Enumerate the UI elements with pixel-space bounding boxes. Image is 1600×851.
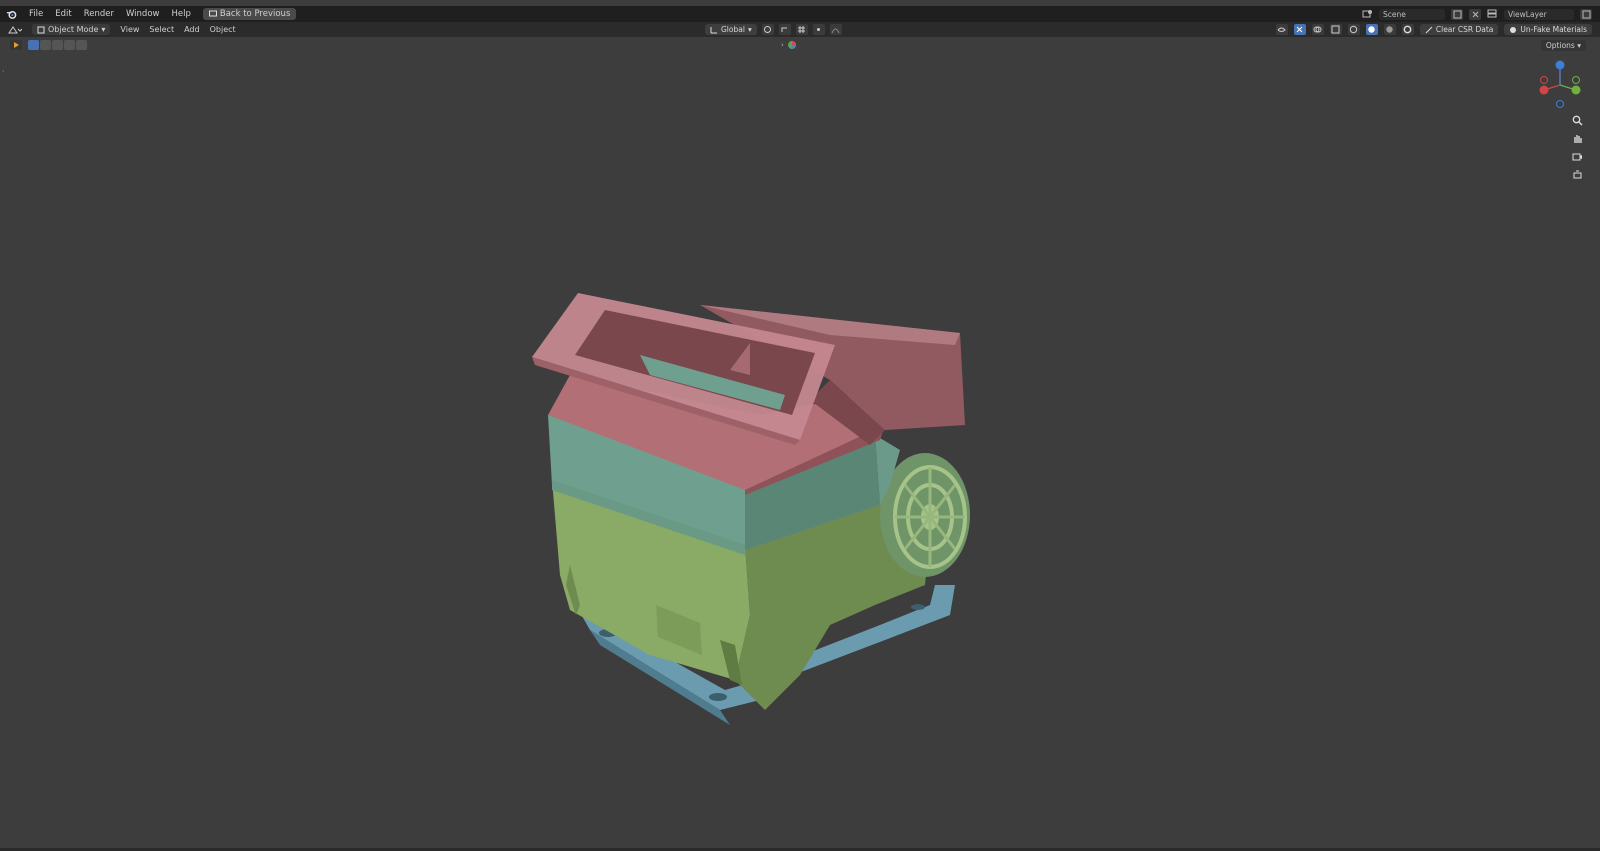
material-icon (1510, 26, 1517, 33)
menu-window[interactable]: Window (126, 9, 160, 19)
orientation-label: Global (721, 25, 745, 34)
select-subtract-icon[interactable] (52, 40, 63, 50)
scene-icon[interactable] (1362, 9, 1373, 19)
viewport-nav-tools (1571, 114, 1583, 180)
new-scene-icon[interactable] (1451, 8, 1463, 20)
header-collapse[interactable]: › (781, 40, 797, 50)
rendered-shading-icon[interactable] (1401, 24, 1414, 35)
unfake-label: Un-Fake Materials (1520, 25, 1587, 34)
editor-type-icon[interactable] (8, 25, 22, 35)
navigation-gizmo[interactable] (1535, 60, 1585, 110)
gizmo-neg-y[interactable] (1572, 76, 1580, 84)
menu-render[interactable]: Render (84, 9, 114, 19)
menu-add[interactable]: Add (184, 25, 200, 34)
mode-label: Object Mode (48, 25, 99, 34)
select-extend-icon[interactable] (40, 40, 51, 50)
top-menubar: File Edit Render Window Help Back to Pre… (0, 6, 1600, 22)
mode-dropdown[interactable]: Object Mode ▾ (32, 24, 111, 35)
select-new-icon[interactable] (28, 40, 39, 50)
gizmo-y-axis[interactable] (1571, 85, 1581, 95)
delete-scene-icon[interactable] (1469, 8, 1481, 20)
header-right: Clear CSR Data Un-Fake Materials (1275, 23, 1592, 36)
screen-icon (208, 10, 217, 17)
chevron-down-icon: ▾ (747, 25, 752, 34)
scene-controls: Scene ViewLayer (1362, 6, 1592, 22)
color-wheel-icon (787, 41, 796, 49)
visibility-icon[interactable] (1275, 24, 1288, 35)
object-mode-icon (37, 26, 45, 33)
chevron-down-icon: ▾ (1574, 41, 1581, 50)
falloff-icon[interactable] (829, 24, 842, 35)
viewlayer-name: ViewLayer (1508, 9, 1547, 19)
viewlayer-icon[interactable] (1487, 9, 1498, 19)
chevron-right-icon: › (781, 41, 784, 49)
select-intersect-icon[interactable] (76, 40, 87, 50)
menu-file[interactable]: File (29, 9, 43, 19)
pan-hand-icon[interactable] (1571, 132, 1583, 144)
pivot-point-icon[interactable] (761, 24, 774, 35)
gizmo-neg-z[interactable] (1556, 100, 1564, 108)
clear-csr-label: Clear CSR Data (1435, 25, 1494, 34)
overlay-toggle-icon[interactable] (1311, 24, 1324, 35)
back-to-previous-label: Back to Previous (219, 9, 291, 19)
gizmo-toggle-icon[interactable] (1293, 24, 1306, 35)
active-tool-icon[interactable] (10, 40, 22, 50)
menu-edit[interactable]: Edit (55, 9, 71, 19)
xray-toggle-icon[interactable] (1329, 24, 1342, 35)
menu-select[interactable]: Select (149, 25, 174, 34)
clear-csr-data-button[interactable]: Clear CSR Data (1419, 24, 1499, 35)
gizmo-z-axis[interactable] (1555, 60, 1565, 70)
snap-toggle-icon[interactable] (778, 24, 791, 35)
orientation-icon (710, 26, 717, 33)
new-viewlayer-icon[interactable] (1580, 8, 1592, 20)
broom-icon (1425, 26, 1433, 33)
viewlayer-field[interactable]: ViewLayer (1504, 8, 1574, 20)
options-label: Options (1545, 41, 1575, 50)
tool-settings-row: › Options ▾ (0, 38, 1600, 52)
back-to-previous-button[interactable]: Back to Previous (202, 8, 297, 20)
gizmo-x-axis[interactable] (1539, 85, 1549, 95)
options-dropdown[interactable]: Options ▾ (1540, 40, 1586, 51)
header-left: Object Mode ▾ View Select Add Object (0, 24, 236, 35)
selection-mode-group (28, 40, 87, 50)
gizmo-neg-x[interactable] (1540, 76, 1548, 84)
select-invert-icon[interactable] (64, 40, 75, 50)
chevron-down-icon: ▾ (101, 25, 106, 34)
menu-object[interactable]: Object (210, 25, 236, 34)
transform-orientation-dropdown[interactable]: Global ▾ (705, 24, 757, 35)
viewport-header: Object Mode ▾ View Select Add Object Glo… (0, 22, 1600, 37)
main-menu: File Edit Render Window Help Back to Pre… (0, 8, 297, 20)
snap-grid-icon[interactable] (795, 24, 808, 35)
menu-view[interactable]: View (120, 25, 139, 34)
unfake-materials-button[interactable]: Un-Fake Materials (1504, 24, 1592, 35)
perspective-toggle-icon[interactable] (1571, 168, 1583, 180)
proportional-edit-icon[interactable] (812, 24, 825, 35)
menu-help[interactable]: Help (171, 9, 190, 19)
camera-view-icon[interactable] (1571, 150, 1583, 162)
scene-name: Scene (1383, 9, 1406, 19)
solid-shading-icon[interactable] (1365, 24, 1378, 35)
transform-controls: Global ▾ (705, 23, 842, 36)
zoom-icon[interactable] (1571, 114, 1583, 126)
wireframe-shading-icon[interactable] (1347, 24, 1360, 35)
viewport-3d-model[interactable] (530, 285, 1000, 745)
blender-logo-icon[interactable] (6, 9, 17, 20)
toolbar-expand-icon[interactable]: › (2, 68, 4, 75)
material-shading-icon[interactable] (1383, 24, 1396, 35)
scene-field[interactable]: Scene (1379, 8, 1445, 20)
